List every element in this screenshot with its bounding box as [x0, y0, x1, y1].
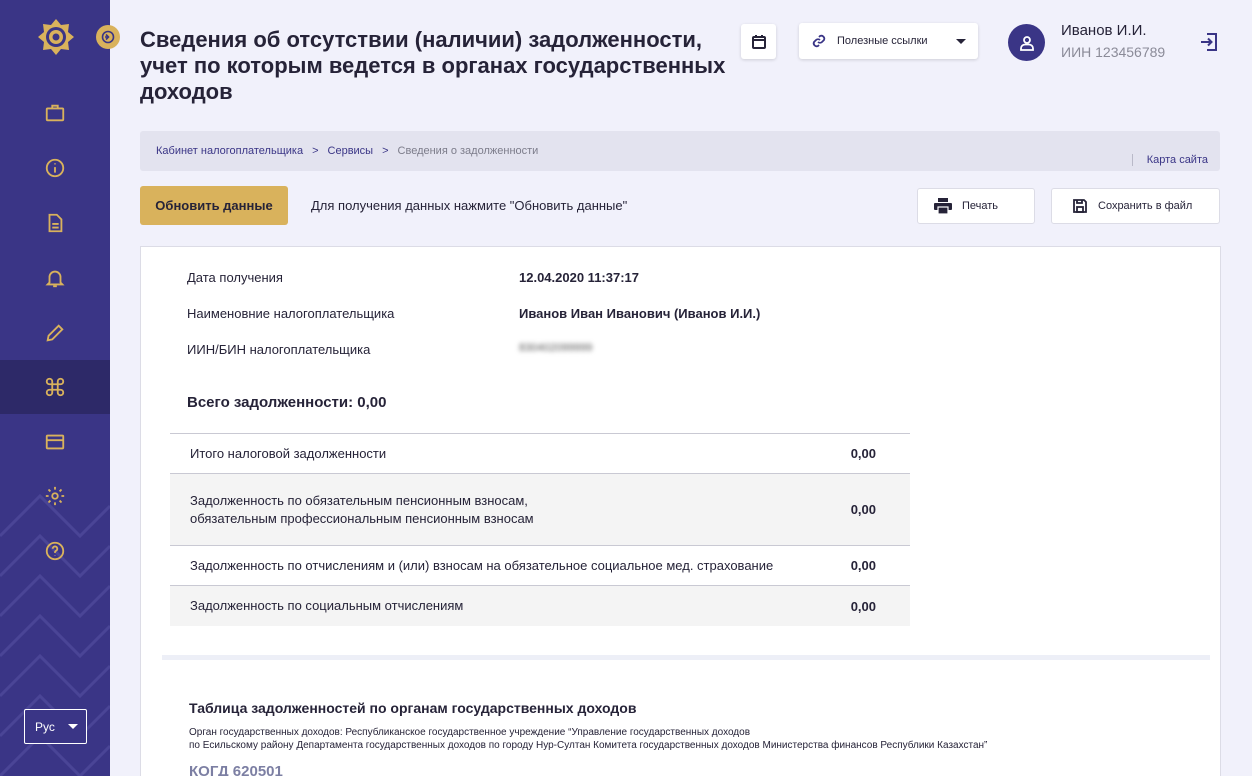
link-icon — [812, 34, 826, 48]
useful-links-label: Полезные ссылки — [837, 35, 928, 47]
refresh-hint: Для получения данных нажмите "Обновить д… — [311, 198, 628, 213]
gear-icon — [45, 486, 65, 506]
table-row: Итого налоговой задолженности 0,00 — [170, 434, 910, 474]
nav-info[interactable] — [0, 141, 110, 195]
org-line-2: по Есильскому району Департамента госуда… — [189, 740, 988, 751]
refresh-data-button[interactable]: Обновить данные — [140, 186, 288, 225]
print-button[interactable]: Печать — [917, 188, 1035, 224]
language-select[interactable]: Рус — [24, 709, 87, 744]
arrow-right-icon — [101, 30, 115, 44]
debt-info-card: Дата получения 12.04.2020 11:37:17 Наиме… — [140, 246, 1221, 776]
card-icon — [45, 434, 65, 450]
debt-value: 0,00 — [850, 558, 876, 573]
date-label: Дата получения — [187, 270, 283, 285]
command-icon — [45, 377, 65, 397]
debt-value: 0,00 — [850, 598, 876, 614]
debt-label: Итого налоговой задолженности — [190, 445, 387, 461]
table-row: Задолженность по обязательным пенсионным… — [170, 474, 910, 546]
nav-help[interactable] — [0, 524, 110, 578]
debt-label: Задолженность по социальным отчислениям — [190, 598, 464, 613]
table-row: Задолженность по социальным отчислениям … — [170, 586, 910, 626]
nav-briefcase[interactable] — [0, 86, 110, 140]
logout-icon[interactable] — [1198, 31, 1220, 53]
breadcrumb-separator: > — [382, 145, 389, 157]
taxpayer-name-value: Иванов Иван Иванович (Иванов И.И.) — [519, 306, 761, 321]
section-divider — [162, 655, 1210, 660]
breadcrumb-cabinet[interactable]: Кабинет налогоплательщика — [156, 145, 303, 157]
date-value: 12.04.2020 11:37:17 — [519, 270, 639, 285]
nav-document[interactable] — [0, 196, 110, 250]
breadcrumb-current: Сведения о задолженности — [397, 145, 539, 157]
sitemap-link[interactable]: Карта сайта — [1131, 154, 1208, 166]
section-title: Таблица задолженностей по органам госуда… — [189, 700, 637, 716]
debt-label: Задолженность по обязательным пенсионным… — [190, 492, 534, 526]
help-icon — [45, 541, 65, 561]
chevron-down-icon — [956, 38, 966, 44]
kogd-code: КОГД 620501 — [189, 763, 283, 776]
user-iin: ИИН 123456789 — [1061, 44, 1166, 60]
nav-settings[interactable] — [0, 469, 110, 523]
bell-icon — [45, 270, 65, 288]
language-value: Рус — [35, 719, 55, 734]
printer-icon — [934, 198, 952, 214]
user-icon — [1019, 35, 1034, 51]
breadcrumb: Кабинет налогоплательщика > Сервисы > Сведен… — [156, 145, 538, 157]
calendar-button[interactable] — [741, 24, 776, 59]
floppy-disk-icon — [1073, 199, 1087, 213]
total-debt: Всего задолженности: 0,00 — [187, 394, 387, 411]
page-title: Сведения об отсутствии (наличии) задолже… — [140, 27, 726, 104]
debt-label: Задолженность по отчислениям и (или) взн… — [190, 557, 774, 573]
save-label: Сохранить в файл — [1098, 200, 1193, 212]
print-label: Печать — [962, 200, 999, 212]
calendar-icon — [751, 34, 766, 49]
save-to-file-button[interactable]: Сохранить в файл — [1051, 188, 1220, 224]
debt-table: Итого налоговой задолженности 0,00 Задол… — [170, 433, 910, 626]
info-icon — [45, 158, 65, 178]
emblem-logo[interactable] — [37, 18, 75, 56]
avatar[interactable] — [1008, 24, 1045, 61]
pencil-icon — [46, 324, 64, 342]
nav-payments[interactable] — [0, 415, 110, 469]
org-description: Орган государственных доходов: Республик… — [189, 726, 1179, 752]
taxpayer-name-label: Наименовние налогоплательщика — [187, 306, 395, 321]
iin-label: ИИН/БИН налогоплательщика — [187, 342, 371, 357]
debt-value: 0,00 — [850, 502, 876, 517]
chevron-down-icon — [68, 724, 78, 729]
sidebar-expand-button[interactable] — [96, 25, 120, 49]
nav-edit[interactable] — [0, 306, 110, 360]
iin-value: 830402099999 — [519, 342, 593, 354]
breadcrumb-bar: Кабинет налогоплательщика > Сервисы > Сведен… — [140, 131, 1220, 171]
document-icon — [48, 213, 63, 233]
nav-services[interactable] — [0, 360, 110, 414]
useful-links-dropdown[interactable]: Полезные ссылки — [799, 23, 978, 59]
sidebar: Рус — [0, 0, 110, 776]
briefcase-icon — [45, 104, 65, 122]
org-line-1: Орган государственных доходов: Республик… — [189, 727, 751, 738]
breadcrumb-separator: > — [312, 145, 319, 157]
nav-notifications[interactable] — [0, 251, 110, 305]
user-name: Иванов И.И. — [1061, 22, 1147, 39]
table-row: Задолженность по отчислениям и (или) взн… — [170, 546, 910, 586]
debt-value: 0,00 — [850, 446, 876, 461]
breadcrumb-services[interactable]: Сервисы — [328, 145, 374, 157]
